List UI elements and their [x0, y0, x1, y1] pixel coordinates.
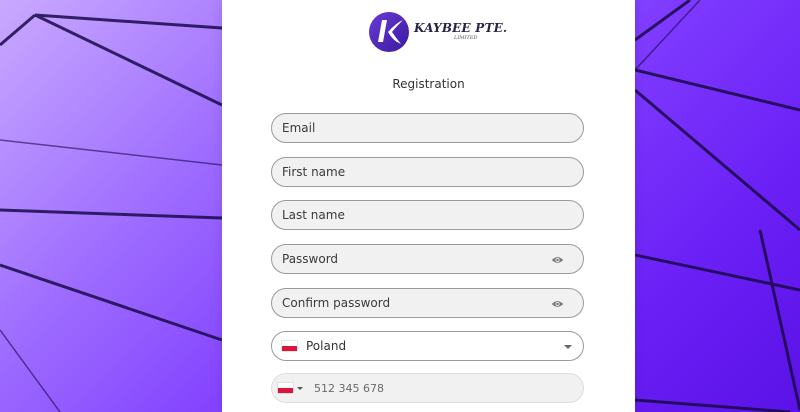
- phone-input[interactable]: [303, 381, 583, 395]
- password-field[interactable]: [271, 244, 584, 274]
- eye-icon[interactable]: [551, 298, 564, 310]
- confirm-password-field[interactable]: [271, 288, 584, 318]
- chevron-down-icon[interactable]: [564, 345, 572, 349]
- country-value: Poland: [306, 339, 347, 353]
- phone-field[interactable]: [271, 373, 584, 403]
- last-name-input[interactable]: [272, 208, 583, 222]
- form-title: Registration: [392, 77, 465, 91]
- phone-country-dropdown[interactable]: [278, 383, 303, 393]
- poland-flag-icon: [278, 383, 293, 393]
- password-input[interactable]: [272, 252, 583, 266]
- email-field[interactable]: [271, 113, 584, 143]
- eye-icon[interactable]: [551, 254, 564, 266]
- confirm-password-input[interactable]: [272, 296, 583, 310]
- email-input[interactable]: [272, 121, 583, 135]
- brand-name: KAYBEE PTE.: [414, 21, 508, 35]
- last-name-field[interactable]: [271, 200, 584, 230]
- poland-flag-icon: [282, 341, 297, 351]
- first-name-field[interactable]: [271, 157, 584, 187]
- first-name-input[interactable]: [272, 165, 583, 179]
- kaybee-logo-icon: [369, 12, 409, 52]
- brand-logo: KAYBEE PTE. LIMITED: [368, 11, 507, 53]
- country-select[interactable]: Poland: [271, 331, 584, 361]
- brand-subtitle: LIMITED: [454, 35, 478, 41]
- registration-card: KAYBEE PTE. LIMITED Registration Poland: [222, 0, 635, 412]
